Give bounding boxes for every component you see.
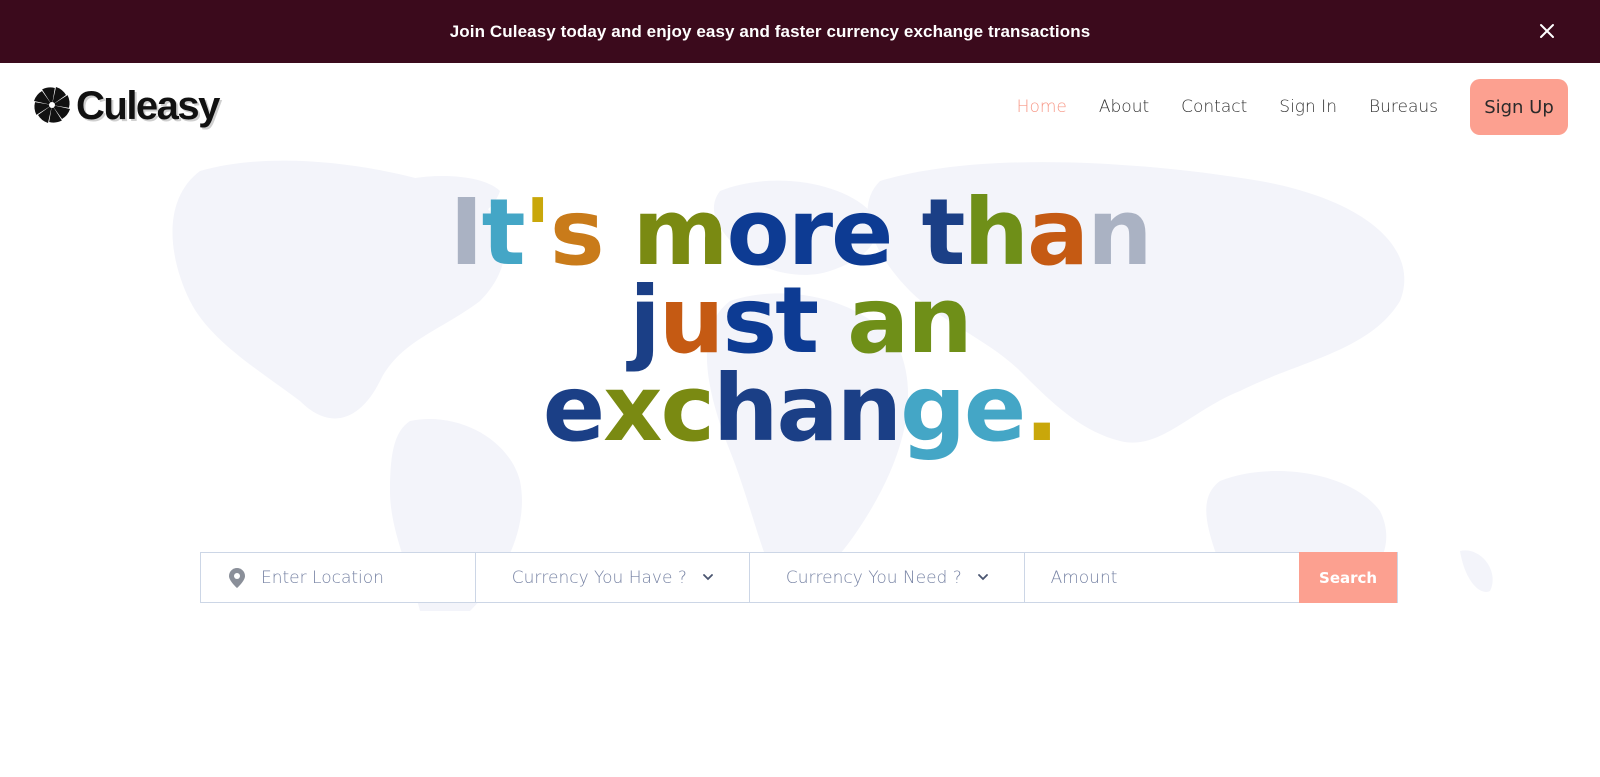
headline-line-1: It's more than [0,187,1600,279]
close-icon[interactable] [1534,18,1560,44]
chevron-down-icon [977,574,988,581]
map-pin-icon [229,567,245,588]
brand-name: Culeasy [76,84,220,128]
nav-item-bureaus[interactable]: Bureaus [1369,97,1438,117]
headline-word: han [713,355,902,462]
headline-word: ge [900,355,1026,462]
currency-have-label: Currency You Have ? [511,567,687,588]
hero-headline: It's more than just an exchange. [0,187,1600,455]
nav-item-home[interactable]: Home [1017,97,1067,117]
amount-field[interactable]: Amount [1025,553,1300,602]
nav-item-about[interactable]: About [1099,97,1149,117]
hero-section: It's more than just an exchange. It's mo… [0,151,1600,611]
brand-logo[interactable]: Culeasy [32,84,220,129]
exchange-search-bar: Enter Location Currency You Have ? Curre… [200,552,1398,603]
currency-have-select[interactable]: Currency You Have ? [476,553,751,602]
currency-need-label: Currency You Need ? [785,567,962,588]
nav-links: Home About Contact Sign In Bureaus Sign … [1017,63,1600,151]
headline-word: ' [523,179,552,286]
headline-word: t [481,179,526,286]
announcement-banner: Join Culeasy today and enjoy easy and fa… [0,0,1600,63]
headline-word: n [1087,179,1152,286]
search-button[interactable]: Search [1299,552,1397,603]
location-placeholder: Enter Location [261,567,384,588]
headline-word: I [449,179,483,286]
headline-word: . [1024,355,1059,462]
headline-line-3: exchange. [0,363,1600,455]
nav-item-contact[interactable]: Contact [1181,97,1247,117]
headline-word: xc [603,355,715,462]
location-field[interactable]: Enter Location [201,553,476,602]
headline-line-2: just an [0,275,1600,367]
currency-need-select[interactable]: Currency You Need ? [750,553,1025,602]
main-navbar: Culeasy Home About Contact Sign In Burea… [0,63,1600,151]
nav-item-sign-in[interactable]: Sign In [1279,97,1337,117]
chevron-down-icon [702,574,713,581]
amount-placeholder: Amount [1050,567,1118,588]
pinwheel-logo-icon [32,85,72,129]
headline-word: h [963,179,1028,286]
sign-up-button[interactable]: Sign Up [1470,79,1568,135]
headline-word: s [549,179,633,286]
headline-word: e [542,355,605,462]
announcement-text: Join Culeasy today and enjoy easy and fa… [449,21,1091,41]
headline-word: a [1026,179,1089,286]
